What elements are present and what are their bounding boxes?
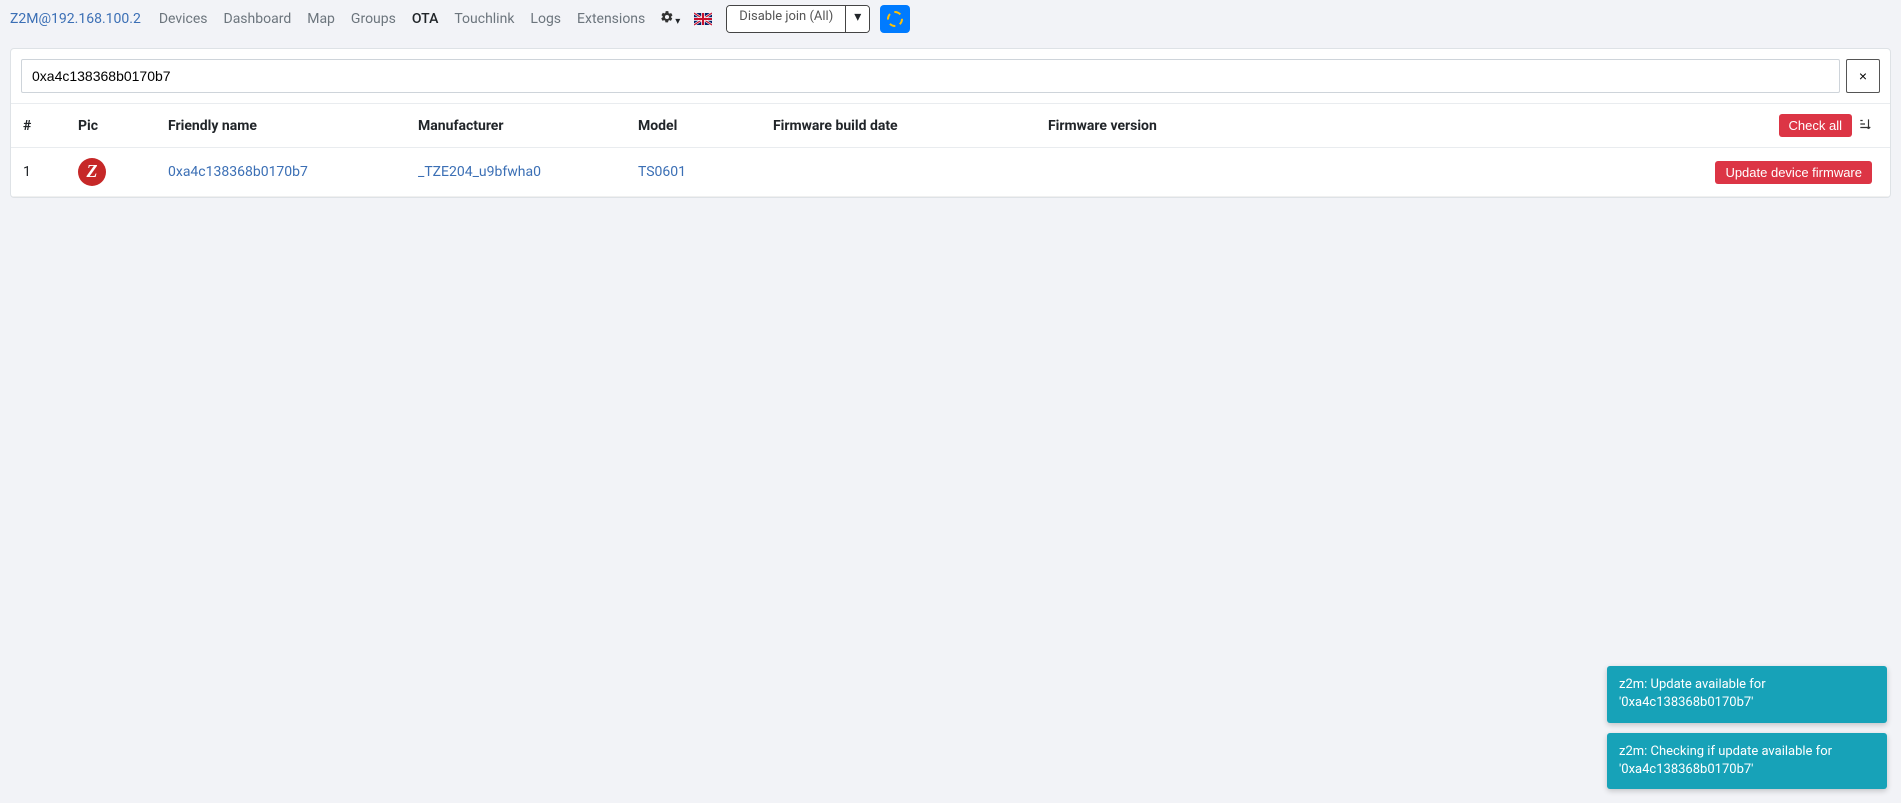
col-friendly[interactable]: Friendly name — [156, 104, 406, 148]
nav-touchlink[interactable]: Touchlink — [446, 11, 522, 27]
disable-join-button[interactable]: Disable join (All) ▾ — [726, 5, 870, 33]
col-build[interactable]: Firmware build date — [761, 104, 1036, 148]
disable-join-label[interactable]: Disable join (All) — [727, 6, 845, 32]
table-row: 1 Z 0xa4c138368b0170b7 _TZE204_u9bfwha0 … — [11, 148, 1890, 197]
manufacturer-link[interactable]: _TZE204_u9bfwha0 — [418, 164, 541, 180]
toast-container: z2m: Update available for '0xa4c138368b0… — [1607, 666, 1887, 789]
nav-extensions[interactable]: Extensions — [569, 11, 653, 27]
check-all-button[interactable]: Check all — [1779, 114, 1852, 137]
nav-logs[interactable]: Logs — [522, 11, 569, 27]
ota-card: × # Pic Friendly name Manufacturer Model… — [10, 48, 1891, 198]
language-flag-icon[interactable] — [694, 12, 712, 26]
devices-table: # Pic Friendly name Manufacturer Model F… — [11, 103, 1890, 197]
nav-devices[interactable]: Devices — [151, 11, 216, 27]
row-index: 1 — [11, 148, 66, 197]
search-input[interactable] — [21, 59, 1840, 93]
toast-update-available[interactable]: z2m: Update available for '0xa4c138368b0… — [1607, 666, 1887, 722]
nav-ota[interactable]: OTA — [404, 11, 447, 27]
col-model[interactable]: Model — [626, 104, 761, 148]
friendly-name-link[interactable]: 0xa4c138368b0170b7 — [168, 164, 308, 180]
navbar: Z2M@192.168.100.2 Devices Dashboard Map … — [0, 0, 1901, 38]
fw-version — [1036, 148, 1281, 197]
sort-icon[interactable] — [1858, 117, 1872, 135]
status-spinner-button[interactable] — [880, 5, 910, 33]
col-pic[interactable]: Pic — [66, 104, 156, 148]
row-pic: Z — [66, 148, 156, 197]
clear-search-button[interactable]: × — [1846, 59, 1880, 93]
col-manufacturer[interactable]: Manufacturer — [406, 104, 626, 148]
model-link[interactable]: TS0601 — [638, 164, 686, 180]
gear-icon[interactable]: ▾ — [659, 10, 680, 28]
nav-groups[interactable]: Groups — [343, 11, 404, 27]
brand-link[interactable]: Z2M@192.168.100.2 — [10, 11, 141, 27]
col-index[interactable]: # — [11, 104, 66, 148]
nav-dashboard[interactable]: Dashboard — [216, 11, 300, 27]
disable-join-caret[interactable]: ▾ — [845, 6, 869, 32]
toast-checking-update[interactable]: z2m: Checking if update available for '0… — [1607, 733, 1887, 789]
col-fw[interactable]: Firmware version — [1036, 104, 1281, 148]
col-actions: Check all — [1281, 104, 1890, 148]
zigbee-icon: Z — [78, 158, 106, 186]
nav-map[interactable]: Map — [299, 11, 343, 27]
spinner-icon — [887, 11, 903, 27]
build-date — [761, 148, 1036, 197]
update-firmware-button[interactable]: Update device firmware — [1715, 161, 1872, 184]
